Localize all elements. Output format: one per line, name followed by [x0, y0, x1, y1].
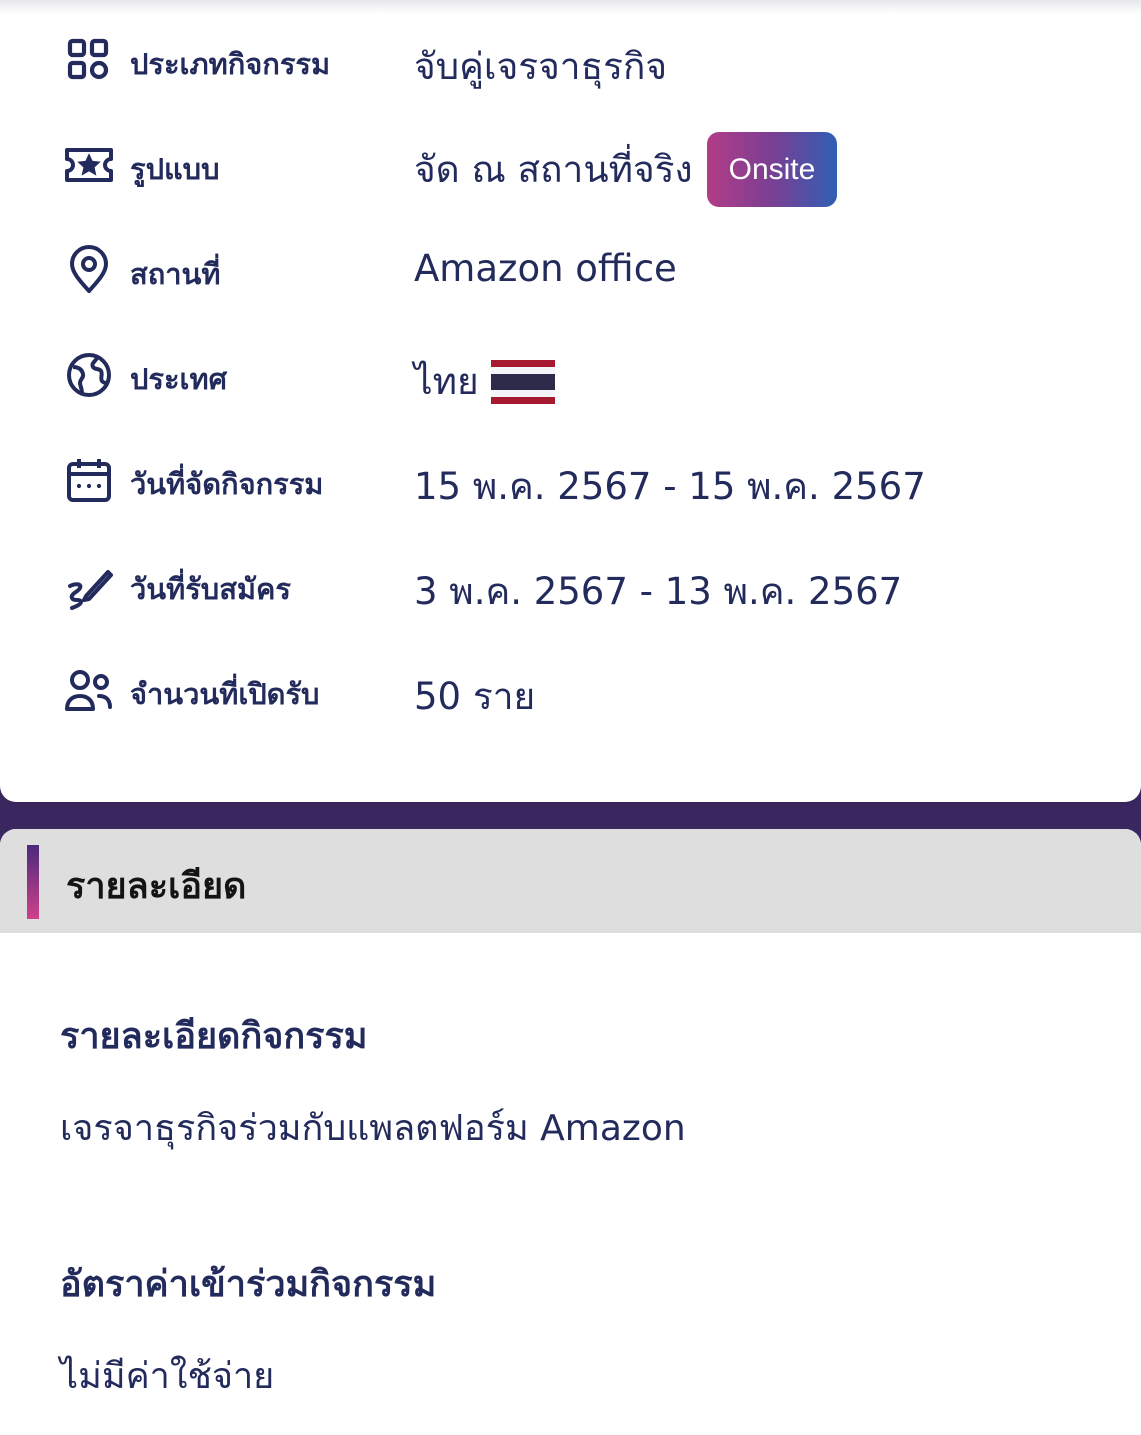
registration-date-value: 3 พ.ค. 2567 - 13 พ.ค. 2567: [414, 570, 903, 613]
venue-value: Amazon office: [414, 247, 677, 290]
details-section: รายละเอียด รายละเอียดกิจกรรม เจรจาธุรกิจ…: [0, 829, 1141, 1435]
info-value: ไทย: [414, 352, 555, 411]
activity-info-card: ประเภทกิจกรรม จับคู่เจรจาธุรกิจ รูปแบบ จ…: [0, 0, 1141, 802]
globe-icon: [64, 350, 114, 400]
fee-heading: อัตราค่าเข้าร่วมกิจกรรม: [60, 1264, 437, 1305]
info-label: จำนวนที่เปิดรับ: [130, 677, 320, 711]
info-row-capacity: จำนวนที่เปิดรับ 50 ราย: [0, 655, 1141, 725]
info-value: 15 พ.ค. 2567 - 15 พ.ค. 2567: [414, 457, 926, 516]
details-title: รายละเอียด: [66, 866, 247, 907]
info-label: ประเทศ: [130, 362, 227, 396]
location-pin-icon: [64, 245, 114, 295]
info-value: 3 พ.ค. 2567 - 13 พ.ค. 2567: [414, 562, 902, 621]
info-row-activity-type: ประเภทกิจกรรม จับคู่เจรจาธุรกิจ: [0, 25, 1141, 95]
info-label: รูปแบบ: [130, 152, 220, 186]
users-icon: [64, 665, 114, 715]
activity-details-heading: รายละเอียดกิจกรรม: [60, 1016, 368, 1057]
capacity-value: 50 ราย: [414, 675, 536, 718]
country-value: ไทย: [414, 360, 479, 403]
grid-icon: [64, 35, 114, 85]
info-value: จัด ณ สถานที่จริง Onsite: [414, 132, 838, 207]
calendar-icon: [64, 455, 114, 505]
activity-detail-page: ประเภทกิจกรรม จับคู่เจรจาธุรกิจ รูปแบบ จ…: [0, 0, 1141, 1435]
info-label: ประเภทกิจกรรม: [130, 47, 331, 81]
ticket-star-icon: [64, 140, 114, 190]
info-row-registration-date: วันที่รับสมัคร 3 พ.ค. 2567 - 13 พ.ค. 256…: [0, 550, 1141, 620]
info-row-country: ประเทศ ไทย: [0, 340, 1141, 410]
info-label: วันที่จัดกิจกรรม: [130, 467, 324, 501]
info-row-format: รูปแบบ จัด ณ สถานที่จริง Onsite: [0, 130, 1141, 207]
signature-pen-icon: [64, 560, 114, 610]
info-value: Amazon office: [414, 247, 677, 290]
event-date-value: 15 พ.ค. 2567 - 15 พ.ค. 2567: [414, 465, 926, 508]
info-value: 50 ราย: [414, 667, 535, 726]
info-row-event-date: วันที่จัดกิจกรรม 15 พ.ค. 2567 - 15 พ.ค. …: [0, 445, 1141, 515]
info-row-venue: สถานที่ Amazon office: [0, 235, 1141, 305]
onsite-badge: Onsite: [706, 132, 838, 207]
header-accent-bar: [27, 845, 39, 919]
info-value: จับคู่เจรจาธุรกิจ: [414, 37, 667, 96]
details-header: รายละเอียด: [0, 829, 1141, 933]
top-divider: [0, 0, 1141, 14]
format-value: จัด ณ สถานที่จริง: [414, 148, 693, 191]
thailand-flag-icon: [490, 359, 555, 404]
info-label: วันที่รับสมัคร: [130, 572, 292, 606]
activity-type-value: จับคู่เจรจาธุรกิจ: [414, 45, 668, 88]
info-label: สถานที่: [130, 257, 221, 291]
fee-text: ไม่มีค่าใช้จ่าย: [60, 1356, 275, 1397]
activity-details-text: เจรจาธุรกิจร่วมกับแพลตฟอร์ม Amazon: [60, 1108, 686, 1149]
